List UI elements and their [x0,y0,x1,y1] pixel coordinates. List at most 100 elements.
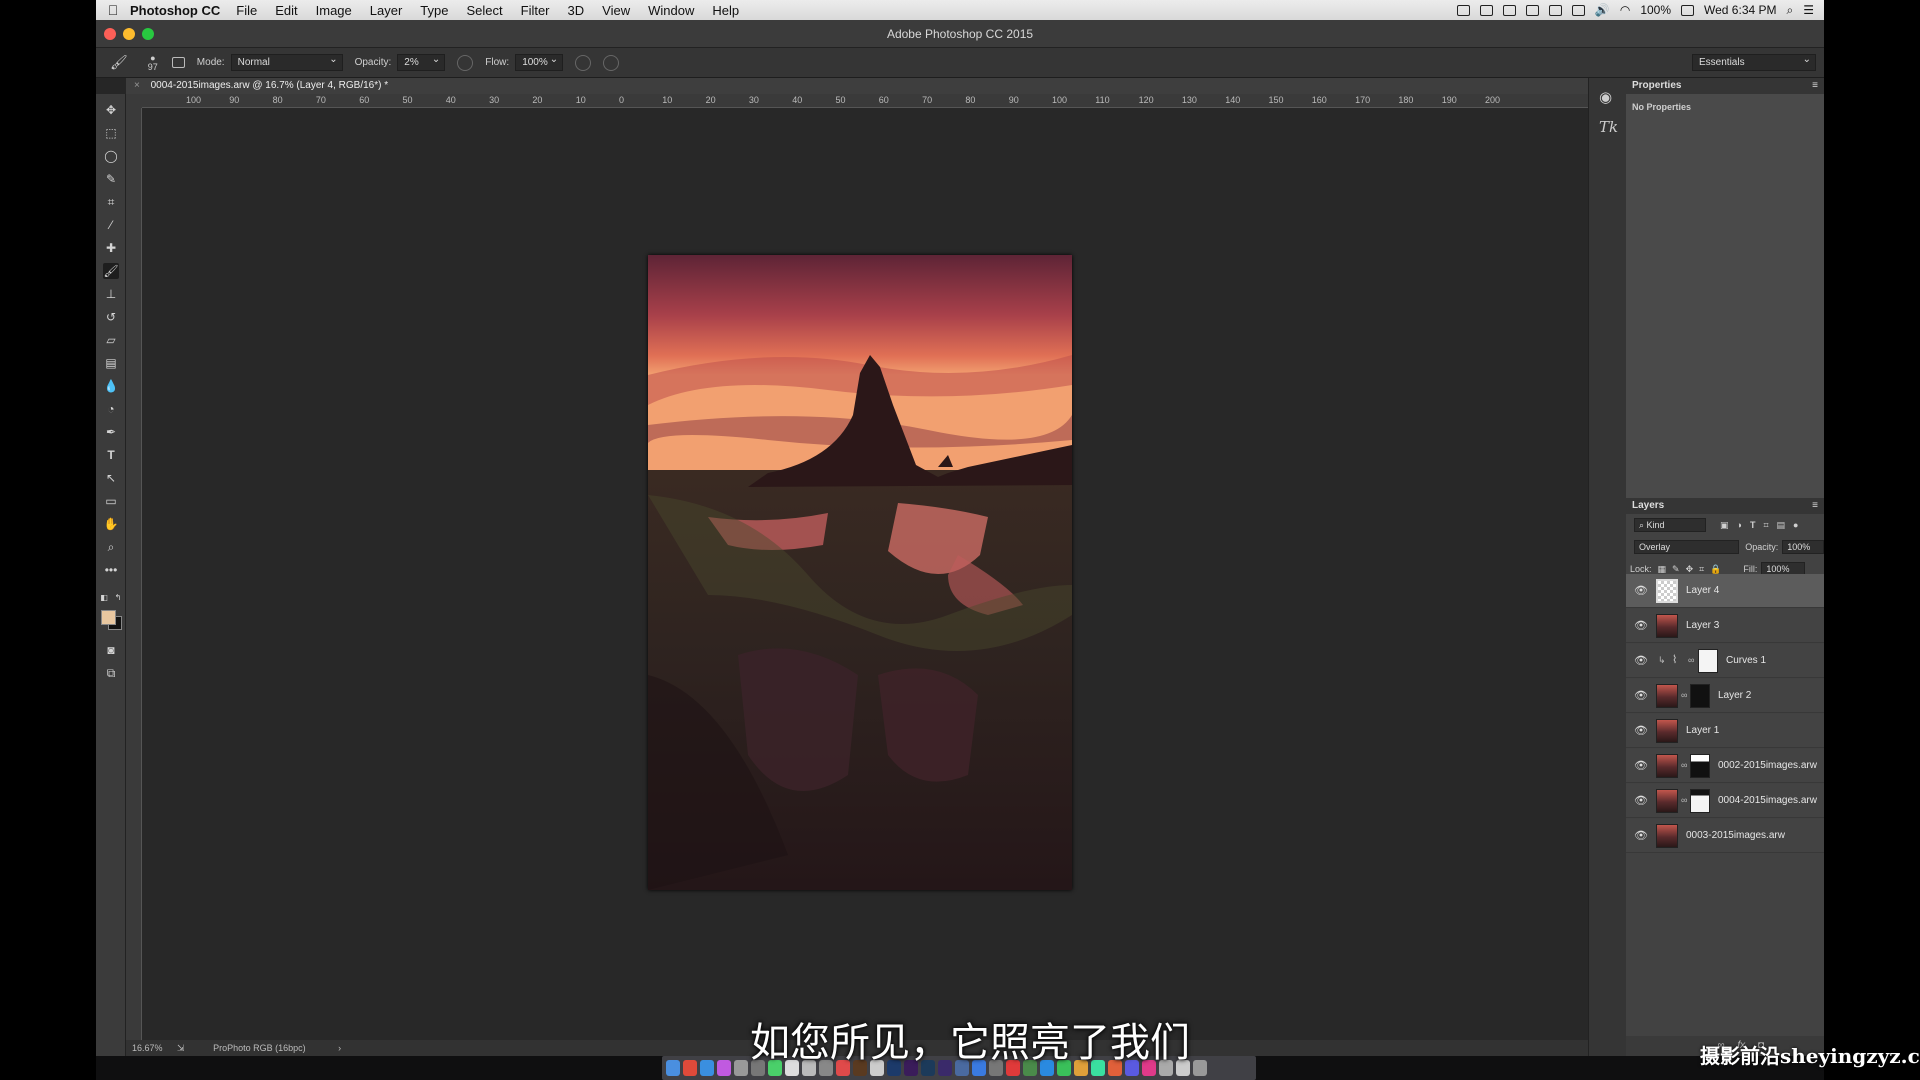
spotlight-icon[interactable]: ⌕ [1787,3,1794,18]
lasso-tool-icon[interactable]: ◯ [103,148,119,164]
visibility-eye-icon[interactable]: 👁 [1634,724,1648,737]
apple-icon[interactable]:  [96,2,130,18]
lock-pixels-icon[interactable]: ✎ [1672,564,1680,575]
blend-mode-select[interactable]: Overlay [1634,540,1740,554]
pressure-size-icon[interactable] [603,54,620,71]
link-chain-icon[interactable]: ∞ [1681,690,1687,700]
layer-name[interactable]: Layer 1 [1686,725,1719,736]
visibility-eye-icon[interactable]: 👁 [1634,759,1648,772]
filter-toggle-icon[interactable]: ● [1793,520,1798,530]
layer-row-layer-3[interactable]: 👁 Layer 3 [1626,609,1824,643]
horizontal-ruler[interactable]: 100 90 80 70 60 50 40 30 20 10 0 10 20 30 40 50 60 70 80 90… [142,94,1588,108]
layer-row-curves-1[interactable]: 👁 ↳ ⌇ ∞ Curves 1 [1626,644,1824,678]
volume-icon[interactable]: 🔊 [1595,3,1610,17]
quick-selection-tool-icon[interactable]: ✎ [103,171,119,187]
visibility-eye-icon[interactable]: 👁 [1634,584,1648,597]
eyedropper-tool-icon[interactable]: ⁄ [103,217,119,233]
layer-mask-thumbnail[interactable] [1698,649,1718,673]
menu-edit[interactable]: Edit [275,3,297,18]
zoom-window-button[interactable] [142,28,154,40]
layer-row-layer-4[interactable]: 👁 Layer 4 [1626,574,1824,608]
canvas-area[interactable] [142,108,1588,1040]
brush-tool-preset-icon[interactable]: 🖌 [110,54,128,71]
layer-name[interactable]: 0003-2015images.arw [1686,830,1785,841]
move-tool-icon[interactable]: ✥ [103,102,119,118]
lock-position-icon[interactable]: ✥ [1686,564,1694,575]
layer-row-layer-1[interactable]: 👁 Layer 1 [1626,714,1824,748]
vertical-ruler[interactable] [126,108,142,1048]
opacity-input[interactable]: 2% [397,52,446,71]
document-tab[interactable]: × 0004-2015images.arw @ 16.7% (Layer 4, … [126,78,1588,94]
menu-window[interactable]: Window [648,3,694,18]
menu-app-name[interactable]: Photoshop CC [130,3,220,18]
eraser-tool-icon[interactable]: ▱ [103,332,119,348]
filter-adjustment-icon[interactable]: ◑ [1737,520,1742,530]
filter-smart-object-icon[interactable]: ▤ [1777,520,1786,531]
quick-mask-icon[interactable]: ◙ [103,642,119,658]
layer-name[interactable]: Layer 3 [1686,620,1719,631]
layer-name[interactable]: 0004-2015images.arw [1718,795,1817,806]
minimize-window-button[interactable] [123,28,135,40]
path-selection-tool-icon[interactable]: ↖ [103,470,119,486]
airbrush-icon[interactable] [575,54,592,71]
layer-mask-thumbnail[interactable] [1690,754,1710,778]
flow-input[interactable]: 100% [515,52,564,71]
link-chain-icon[interactable]: ∞ [1681,760,1687,770]
visibility-eye-icon[interactable]: 👁 [1634,654,1648,667]
wifi-icon[interactable]: ◠ [1620,3,1630,17]
brush-panel-toggle-icon[interactable] [171,57,185,68]
rectangle-tool-icon[interactable]: ▭ [103,493,119,509]
document-image[interactable] [648,255,1072,890]
swap-colors-icon[interactable]: ↰ [113,590,123,606]
marquee-tool-icon[interactable]: ⬚ [103,125,119,141]
pressure-opacity-icon[interactable] [457,54,474,71]
visibility-eye-icon[interactable]: 👁 [1634,689,1648,702]
clock[interactable]: Wed 6:34 PM [1704,3,1776,17]
ruler-origin[interactable] [126,94,142,108]
visibility-eye-icon[interactable]: 👁 [1634,794,1648,807]
menu-image[interactable]: Image [316,3,352,18]
gradient-tool-icon[interactable]: ▤ [103,355,119,371]
visibility-eye-icon[interactable]: 👁 [1634,619,1648,632]
menu-filter[interactable]: Filter [521,3,550,18]
layers-menu-icon[interactable]: ≡ [1812,498,1818,514]
display-icon[interactable] [1548,4,1562,16]
layer-row-0003[interactable]: 👁 0003-2015images.arw [1626,819,1824,853]
history-brush-tool-icon[interactable]: ↺ [103,309,119,325]
menu-3d[interactable]: 3D [568,3,585,18]
dropbox-icon[interactable] [1502,4,1516,16]
dock-finder-icon[interactable] [666,1060,680,1076]
workspace-select[interactable]: Essentials [1692,52,1816,71]
crop-tool-icon[interactable]: ⌗ [103,194,119,210]
lock-transparent-icon[interactable]: ▦ [1658,564,1667,575]
dodge-tool-icon[interactable]: ◔ [103,401,119,417]
layer-name[interactable]: Layer 4 [1686,585,1719,596]
layer-mask-thumbnail[interactable] [1690,684,1710,708]
dock-calendar-icon[interactable] [683,1060,697,1076]
menu-type[interactable]: Type [420,3,448,18]
properties-panel-header[interactable]: Properties ≡ [1626,78,1824,94]
properties-menu-icon[interactable]: ≡ [1812,78,1818,94]
record-icon[interactable] [1525,4,1539,16]
visibility-eye-icon[interactable]: 👁 [1634,829,1648,842]
zoom-level[interactable]: 16.67% [132,1043,163,1053]
layer-opacity-input[interactable]: 100% [1782,540,1824,554]
layer-row-layer-2[interactable]: 👁 ∞ Layer 2 [1626,679,1824,713]
adjustment-panel-icon[interactable]: ◉ [1599,88,1612,106]
filter-shape-icon[interactable]: ⌗ [1763,520,1768,531]
mode-select[interactable]: Normal [230,52,343,71]
screen-mode-icon[interactable]: ⧉ [103,665,119,681]
healing-brush-tool-icon[interactable]: ✚ [103,240,119,256]
brush-size-picker[interactable]: ● 97 [148,53,158,72]
layer-mask-thumbnail[interactable] [1690,789,1710,813]
menu-layer[interactable]: Layer [370,3,403,18]
layer-name[interactable]: Curves 1 [1726,655,1766,666]
layer-filter-kind-select[interactable]: ⌕ Kind [1634,518,1706,532]
cloud-icon[interactable] [1456,4,1470,16]
brush-tool-icon[interactable]: 🖌 [103,263,119,279]
pen-tool-icon[interactable]: ✒ [103,424,119,440]
layer-row-0004[interactable]: 👁 ∞ 0004-2015images.arw [1626,784,1824,818]
layers-panel-header[interactable]: Layers ≡ [1626,498,1824,514]
default-colors-icon[interactable]: ◧ [99,590,109,606]
airplay-icon[interactable] [1571,4,1585,16]
